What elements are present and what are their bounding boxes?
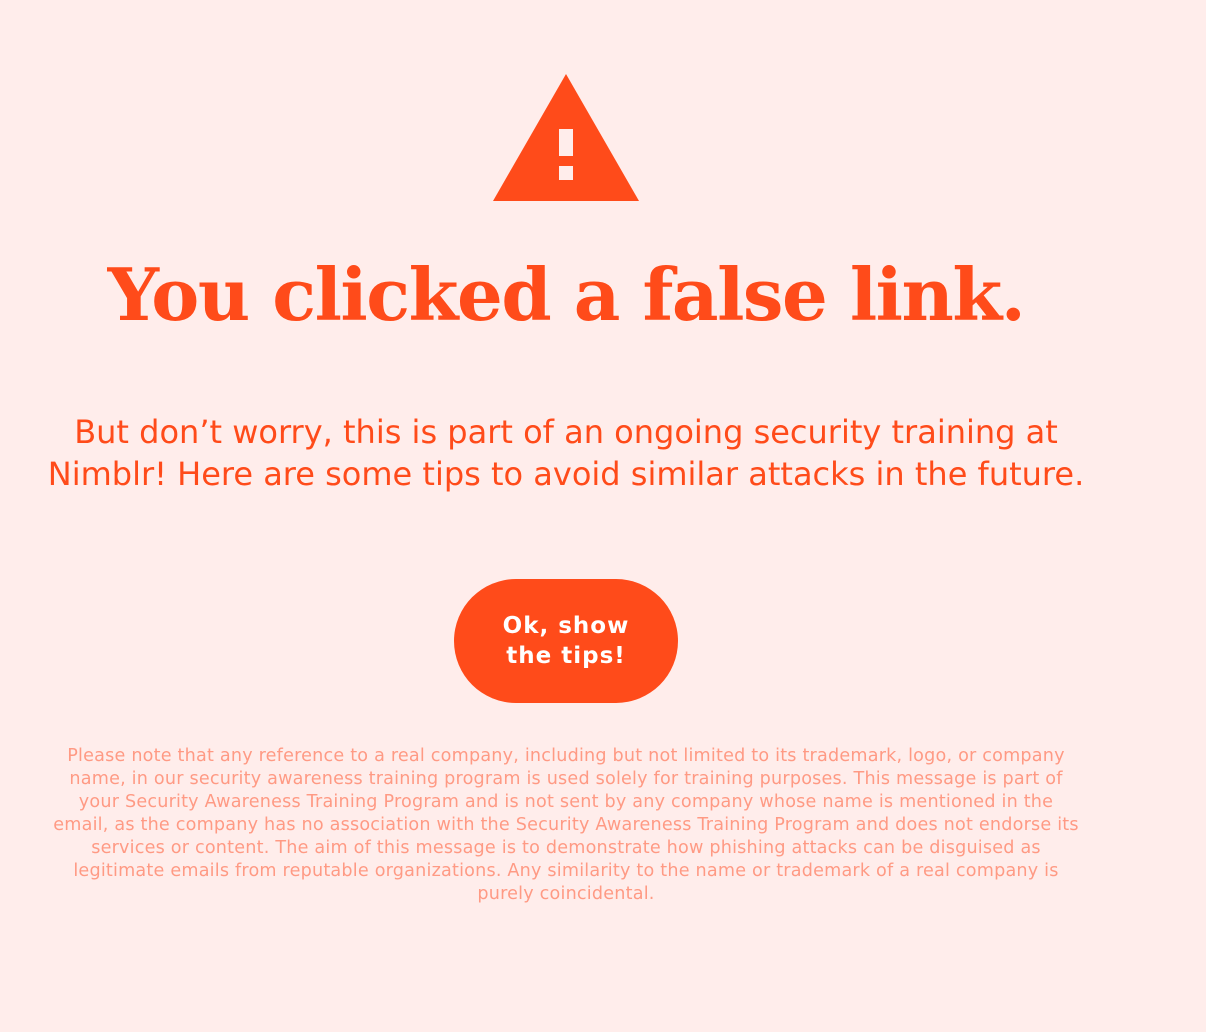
alert-headline: You clicked a false link. <box>107 252 1026 337</box>
phishing-alert-page: You clicked a false link. But don’t worr… <box>0 0 1132 1032</box>
exclamation-bar <box>559 129 573 156</box>
alert-message: But don’t worry, this is part of an ongo… <box>47 413 1085 493</box>
exclamation-dot <box>559 166 573 180</box>
show-tips-button[interactable]: Ok, show the tips! <box>454 579 678 703</box>
warning-triangle-icon <box>493 74 639 201</box>
legal-disclaimer: Please note that any reference to a real… <box>53 746 1079 904</box>
